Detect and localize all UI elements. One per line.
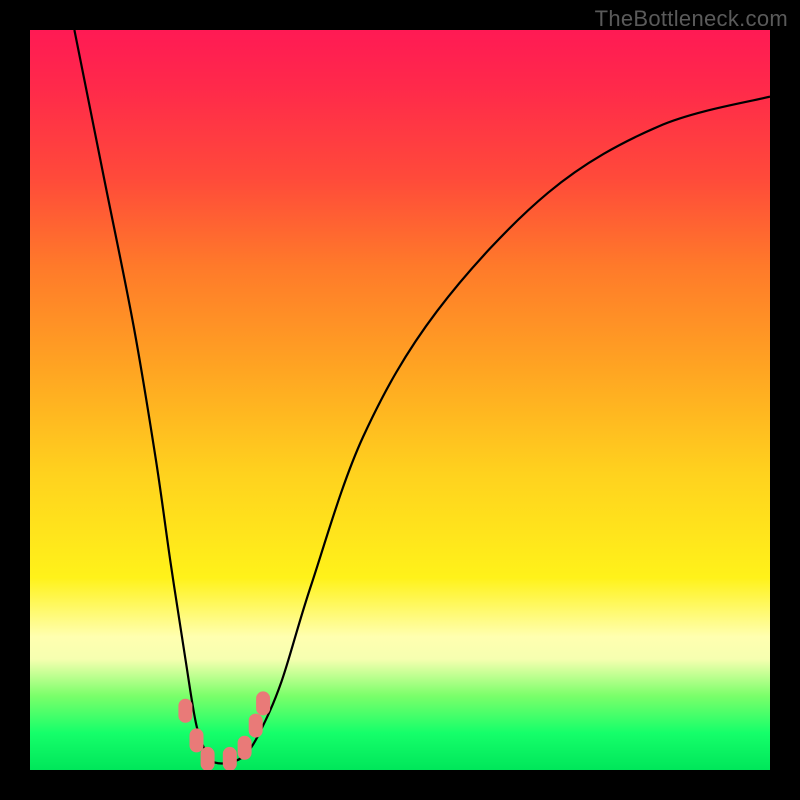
- marker-pill: [256, 691, 270, 715]
- bottleneck-curve: [74, 30, 770, 764]
- curve-markers: [178, 691, 270, 770]
- curve-svg: [30, 30, 770, 770]
- watermark-text: TheBottleneck.com: [595, 6, 788, 32]
- marker-pill: [223, 747, 237, 770]
- marker-pill: [249, 714, 263, 738]
- plot-area: [30, 30, 770, 770]
- marker-pill: [190, 728, 204, 752]
- marker-pill: [238, 736, 252, 760]
- marker-pill: [201, 747, 215, 770]
- marker-pill: [178, 699, 192, 723]
